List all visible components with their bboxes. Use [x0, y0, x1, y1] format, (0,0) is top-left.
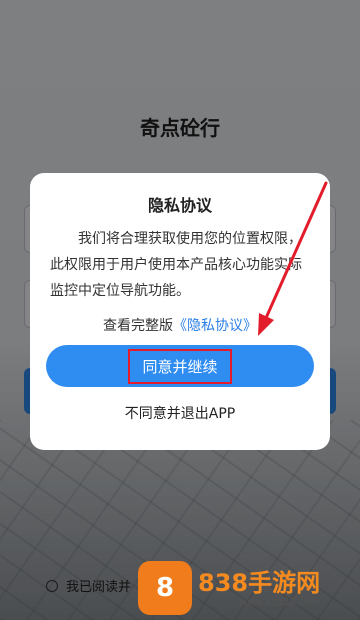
full-version-row: 查看完整版《隐私协议》	[30, 315, 330, 335]
watermark-url: www.sz838.com	[239, 596, 321, 608]
full-version-prefix: 查看完整版	[103, 318, 173, 334]
disagree-exit-link[interactable]: 不同意并退出APP	[30, 403, 330, 423]
privacy-policy-link[interactable]: 《隐私协议》	[173, 318, 257, 334]
agree-continue-label: 同意并继续	[128, 348, 232, 384]
agree-continue-button[interactable]: 同意并继续	[46, 345, 314, 387]
dialog-title: 隐私协议	[147, 196, 212, 215]
dialog-body: 我们将合理获取使用您的位置权限，此权限用于用户使用本产品核心功能实际监控中定位导…	[50, 231, 302, 299]
privacy-dialog: 隐私协议 我们将合理获取使用您的位置权限，此权限用于用户使用本产品核心功能实际监…	[30, 173, 330, 450]
watermark-logo: 8	[138, 561, 192, 615]
watermark-brand: 838手游网	[198, 568, 321, 597]
site-watermark: 8 838手游网 www.sz838.com	[138, 556, 360, 620]
